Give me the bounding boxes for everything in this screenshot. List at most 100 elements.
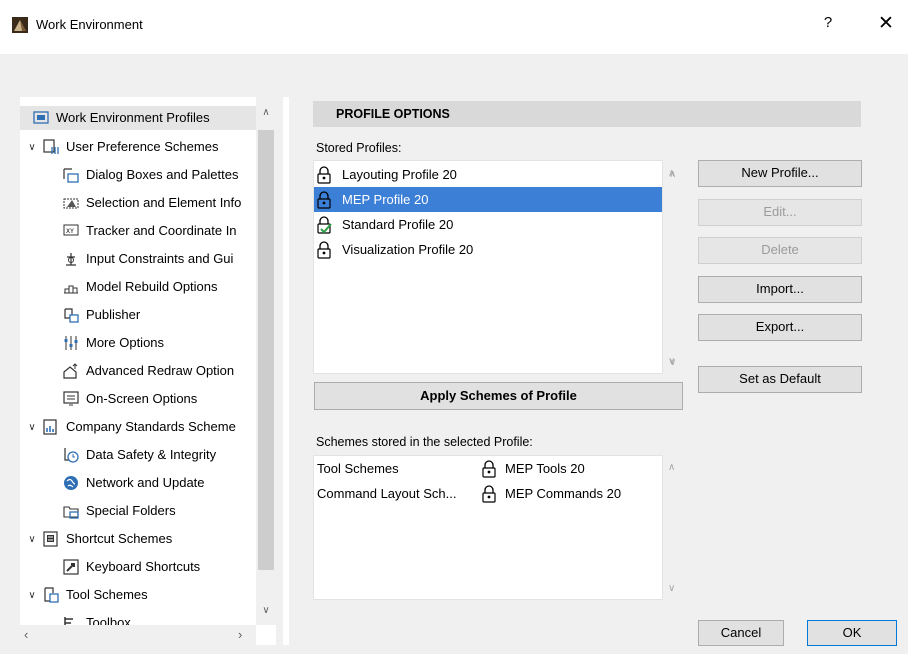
company-standards-icon [42, 418, 60, 436]
settings-tree[interactable]: Work Environment Profiles ∨ User Prefere… [20, 97, 276, 645]
profile-list-item[interactable]: Layouting Profile 20 [314, 162, 662, 187]
tree-item-on-screen-options[interactable]: On-Screen Options [62, 387, 197, 411]
dialog-boxes-icon [62, 166, 80, 184]
cancel-button[interactable]: Cancel [698, 620, 784, 646]
tree-item-label: More Options [86, 335, 165, 350]
scheme-value: MEP Tools 20 [481, 457, 585, 481]
tree-item-label: On-Screen Options [86, 391, 198, 406]
help-button[interactable]: ? [818, 14, 838, 36]
profiles-scroll-up-icon[interactable]: ∧ [668, 168, 675, 179]
advanced-redraw-icon [62, 362, 80, 380]
tree-item-label: Work Environment Profiles [56, 110, 210, 125]
tree-item-model-rebuild[interactable]: Model Rebuild Options [62, 275, 218, 299]
collapse-chevron-icon[interactable]: ∨ [26, 534, 38, 545]
tree-item-publisher[interactable]: Publisher [62, 303, 140, 327]
set-as-default-button[interactable]: Set as Default [698, 366, 862, 393]
scheme-value-label: MEP Commands 20 [505, 486, 622, 501]
collapse-chevron-icon[interactable]: ∨ [26, 590, 38, 601]
tree-item-network-update[interactable]: Network and Update [62, 471, 205, 495]
scroll-left-icon[interactable]: ‹ [24, 627, 28, 642]
scrollbar-thumb[interactable] [258, 130, 274, 570]
export-button[interactable]: Export... [698, 314, 862, 341]
profile-name: Standard Profile 20 [342, 217, 454, 232]
tree-item-label: Data Safety & Integrity [86, 447, 217, 462]
tree-item-data-safety[interactable]: Data Safety & Integrity [62, 443, 216, 467]
edit-button[interactable]: Edit... [698, 199, 862, 226]
lock-icon [316, 190, 332, 209]
tree-item-label: Network and Update [86, 475, 205, 490]
lock-icon [316, 240, 332, 259]
app-logo-icon [12, 17, 28, 33]
input-constraints-icon [62, 250, 80, 268]
tree-item-label: Publisher [86, 307, 141, 322]
more-options-icon [62, 334, 80, 352]
svg-text:XY: XY [66, 228, 74, 235]
tree-item-label: Tracker and Coordinate In [86, 223, 237, 238]
close-button[interactable]: ✕ [874, 12, 898, 36]
selection-info-icon [62, 194, 80, 212]
tree-vertical-scrollbar[interactable]: ∧ ∨ [256, 97, 276, 625]
scheme-name: Command Layout Sch... [317, 486, 457, 501]
delete-button[interactable]: Delete [698, 237, 862, 264]
apply-schemes-button[interactable]: Apply Schemes of Profile [314, 382, 683, 410]
tree-item-keyboard-shortcuts[interactable]: Keyboard Shortcuts [62, 555, 200, 579]
scroll-up-icon[interactable]: ∧ [256, 107, 276, 118]
model-rebuild-icon [62, 278, 80, 296]
tree-item-work-environment-profiles[interactable]: Work Environment Profiles [20, 106, 256, 130]
tree-item-label: Dialog Boxes and Palettes [86, 167, 239, 182]
tree-item-label: Advanced Redraw Option [86, 363, 235, 378]
lock-default-check-icon [316, 215, 332, 234]
ok-button[interactable]: OK [807, 620, 897, 646]
schemes-scroll-down-icon[interactable]: ∨ [668, 583, 675, 594]
profile-name: Visualization Profile 20 [342, 242, 474, 257]
tracker-icon: XY [62, 222, 80, 240]
profile-list-item[interactable]: Standard Profile 20 [314, 212, 662, 237]
collapse-chevron-icon[interactable]: ∨ [26, 142, 38, 153]
tree-item-company-standards[interactable]: Company Standards Scheme [42, 415, 236, 439]
tree-item-selection-info[interactable]: Selection and Element Info [62, 191, 241, 215]
tree-item-label: Model Rebuild Options [86, 279, 218, 294]
profile-list-item[interactable]: Visualization Profile 20 [314, 237, 662, 262]
import-button[interactable]: Import... [698, 276, 862, 303]
stored-profiles-list[interactable]: Layouting Profile 20 MEP Profile 20 Stan… [313, 160, 676, 374]
network-icon [62, 474, 80, 492]
publisher-icon [62, 306, 80, 324]
tree-item-label: Selection and Element Info [86, 195, 242, 210]
tree-item-label: Special Folders [86, 503, 176, 518]
keyboard-shortcuts-icon [62, 558, 80, 576]
tree-item-tracker[interactable]: XY Tracker and Coordinate In [62, 219, 237, 243]
scroll-down-icon[interactable]: ∨ [256, 605, 276, 616]
profile-options-header: PROFILE OPTIONS [313, 101, 861, 127]
tree-item-label: Company Standards Scheme [66, 419, 236, 434]
tree-item-tool-schemes[interactable]: Tool Schemes [42, 583, 148, 607]
schemes-scroll-up-icon[interactable]: ∧ [668, 462, 675, 473]
profiles-scroll-down-icon[interactable]: ∨ [668, 356, 675, 367]
tree-item-label: Tool Schemes [66, 587, 148, 602]
scroll-right-icon[interactable]: › [238, 627, 242, 642]
tree-item-input-constraints[interactable]: Input Constraints and Gui [62, 247, 233, 271]
tree-item-special-folders[interactable]: Special Folders [62, 499, 176, 523]
tree-item-user-preference-schemes[interactable]: User Preference Schemes [42, 135, 218, 159]
new-profile-button[interactable]: New Profile... [698, 160, 862, 187]
tree-item-label: Shortcut Schemes [66, 531, 173, 546]
schemes-stored-label: Schemes stored in the selected Profile: [316, 435, 533, 449]
schemes-list[interactable]: Tool Schemes MEP Tools 20 Command Layout… [313, 455, 663, 600]
tree-horizontal-scrollbar[interactable]: ‹ › [20, 625, 256, 645]
scheme-value: MEP Commands 20 [481, 482, 621, 506]
profiles-icon [32, 109, 50, 127]
special-folders-icon [62, 502, 80, 520]
tree-item-advanced-redraw[interactable]: Advanced Redraw Option [62, 359, 234, 383]
lock-icon [481, 460, 497, 478]
tree-item-shortcut-schemes[interactable]: Shortcut Schemes [42, 527, 172, 551]
shortcut-schemes-icon [42, 530, 60, 548]
profile-name: MEP Profile 20 [342, 192, 429, 207]
tree-item-dialog-boxes[interactable]: Dialog Boxes and Palettes [62, 163, 238, 187]
scheme-name: Tool Schemes [317, 461, 399, 476]
collapse-chevron-icon[interactable]: ∨ [26, 422, 38, 433]
profile-list-item-selected[interactable]: MEP Profile 20 [314, 187, 662, 212]
lock-icon [316, 165, 332, 184]
pane-splitter[interactable] [283, 97, 289, 645]
tree-item-more-options[interactable]: More Options [62, 331, 164, 355]
scheme-value-label: MEP Tools 20 [505, 461, 585, 476]
window-title: Work Environment [36, 17, 143, 32]
